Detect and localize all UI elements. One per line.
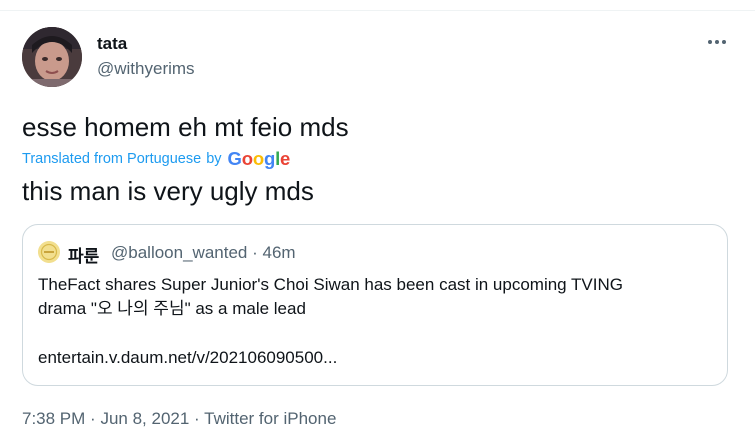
tweet-translated-text: this man is very ugly mds <box>22 176 314 206</box>
author-handle[interactable]: @withyerims <box>97 59 195 79</box>
translated-by: by <box>206 151 222 167</box>
tweet-time[interactable]: 7:38 PM <box>22 409 85 428</box>
tweet: tata @withyerims esse homem eh mt feio m… <box>0 0 755 443</box>
avatar[interactable] <box>22 27 82 87</box>
divider <box>0 10 755 11</box>
tweet-date[interactable]: Jun 8, 2021 <box>100 409 189 428</box>
translation-attribution[interactable]: Translated from Portuguese by Google <box>22 148 290 170</box>
quote-text-line: TheFact shares Super Junior's Choi Siwan… <box>38 275 623 294</box>
quoted-tweet[interactable]: 파룬 @balloon_wanted · 46m TheFact shares … <box>22 224 728 386</box>
tweet-meta: 7:38 PM · Jun 8, 2021 · Twitter for iPho… <box>22 409 336 429</box>
quote-meta: @balloon_wanted · 46m <box>111 243 296 263</box>
avatar-image <box>22 27 82 87</box>
quote-author-handle[interactable]: @balloon_wanted <box>111 243 247 262</box>
more-button[interactable] <box>700 27 734 57</box>
quote-separator: · <box>252 243 258 262</box>
meta-separator: · <box>90 409 96 428</box>
tweet-original-text: esse homem eh mt feio mds <box>22 112 349 142</box>
quote-link[interactable]: entertain.v.daum.net/v/202106090500... <box>38 348 337 368</box>
translated-label[interactable]: Translated from Portuguese <box>22 151 201 167</box>
tweet-source[interactable]: Twitter for iPhone <box>204 409 336 428</box>
meta-separator: · <box>194 409 200 428</box>
quote-text-line: drama "오 나의 주님" as a male lead <box>38 299 306 318</box>
quote-avatar[interactable] <box>38 241 60 263</box>
quote-time[interactable]: 46m <box>263 243 296 262</box>
quote-author-name[interactable]: 파룬 <box>68 242 99 267</box>
google-logo: Google <box>227 148 291 169</box>
more-horizontal-icon <box>708 40 726 44</box>
quote-avatar-image <box>38 241 60 263</box>
author-name[interactable]: tata <box>97 34 127 54</box>
quote-text: TheFact shares Super Junior's Choi Siwan… <box>38 273 718 321</box>
